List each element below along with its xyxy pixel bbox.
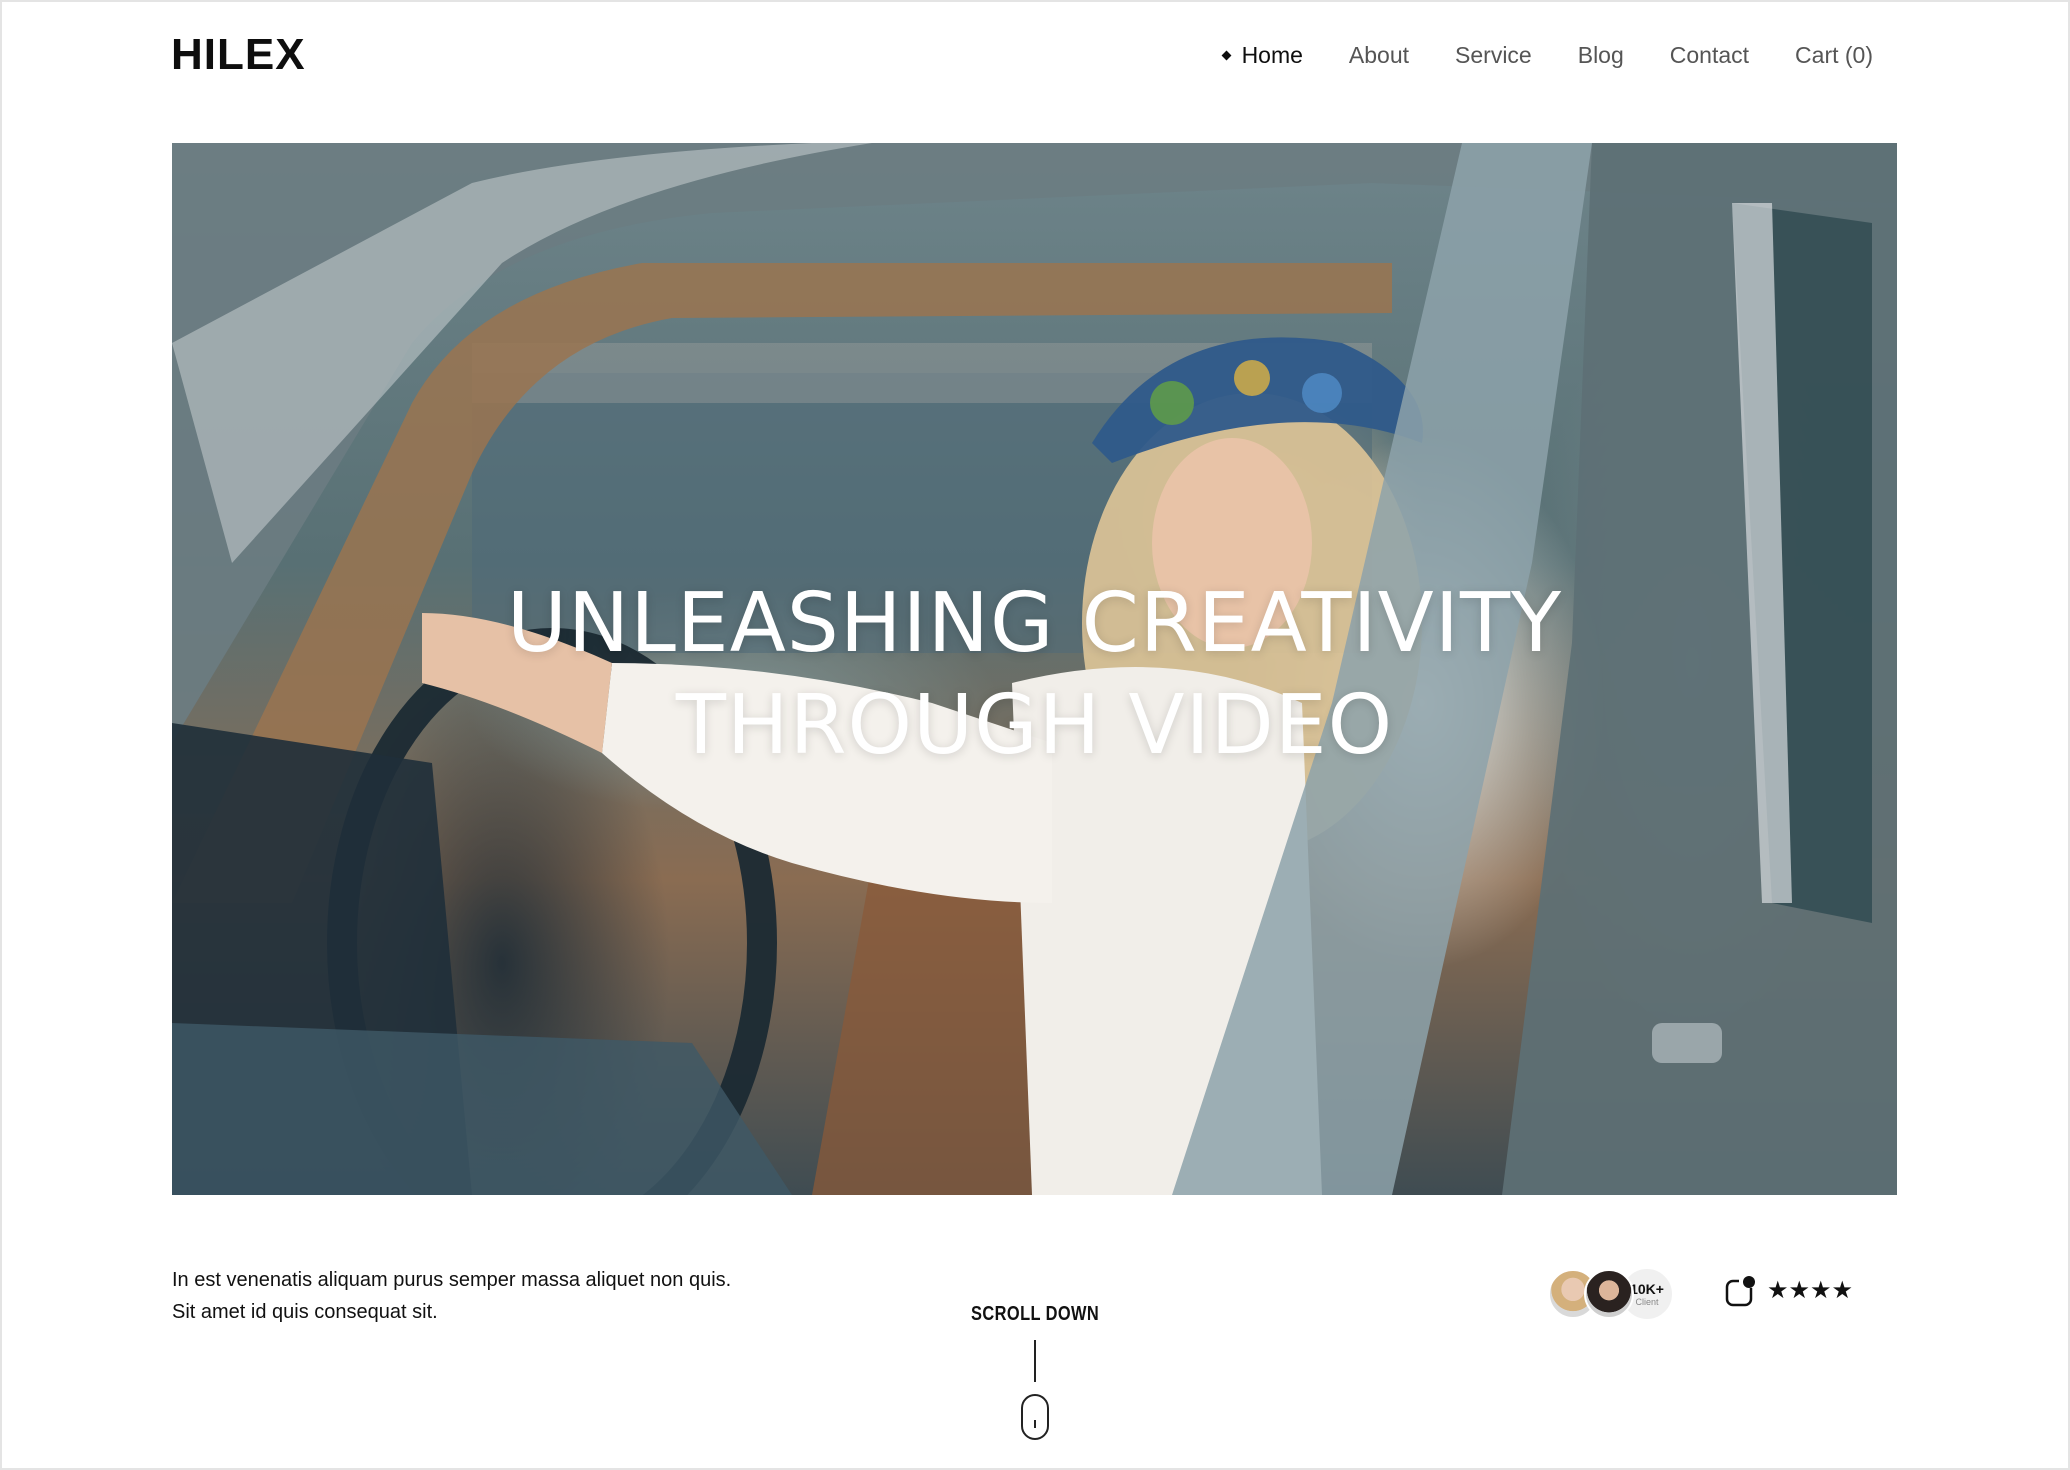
intro-line-2: Sit amet id quis consequat sit. <box>172 1301 438 1323</box>
mouse-icon[interactable] <box>1021 1394 1049 1440</box>
client-label: Client <box>1635 1296 1659 1307</box>
nav-item-label: Service <box>1455 42 1532 68</box>
site-logo[interactable]: HILEX <box>171 30 306 80</box>
active-indicator-icon <box>1221 50 1232 61</box>
mouse-wheel-icon <box>1034 1420 1036 1428</box>
nav-item-service[interactable]: Service <box>1455 42 1532 69</box>
nav-item-home[interactable]: Home <box>1221 42 1303 69</box>
intro-line-1: In est venenatis aliquam purus semper ma… <box>172 1269 732 1291</box>
nav-item-contact[interactable]: Contact <box>1670 42 1749 69</box>
scroll-down[interactable]: SCROLL DOWN <box>945 1303 1125 1440</box>
hero-title-line-2: THROUGH VIDEO <box>675 678 1394 773</box>
intro-text: In est venenatis aliquam purus semper ma… <box>172 1264 772 1328</box>
nav-item-cart[interactable]: Cart (0) <box>1795 42 1873 69</box>
nav-item-blog[interactable]: Blog <box>1578 42 1624 69</box>
avatar <box>1584 1269 1634 1319</box>
hero-title: UNLEASHING CREATIVITY THROUGH VIDEO <box>172 573 1897 777</box>
scroll-line <box>1034 1340 1036 1382</box>
nav-item-label: Cart (0) <box>1795 42 1873 68</box>
scroll-down-label: SCROLL DOWN <box>970 1303 1100 1325</box>
nav-item-label: Home <box>1241 42 1303 68</box>
nav-item-label: Contact <box>1669 42 1750 68</box>
client-count: 10K+ <box>1630 1280 1664 1297</box>
nav-item-label: About <box>1348 42 1410 68</box>
hero-banner: UNLEASHING CREATIVITY THROUGH VIDEO <box>172 143 1897 1195</box>
hero-title-line-1: UNLEASHING CREATIVITY <box>506 576 1563 671</box>
nav-item-about[interactable]: About <box>1349 42 1409 69</box>
clients-badge: 10K+ Client <box>1548 1267 1674 1321</box>
star-rating: ★★★★ <box>1767 1277 1854 1304</box>
rating: ★★★★ <box>1725 1275 1853 1307</box>
main-nav: Home About Service Blog Contact Cart (0) <box>1221 42 1873 69</box>
nav-item-label: Blog <box>1577 42 1624 68</box>
notification-icon[interactable] <box>1725 1275 1755 1307</box>
